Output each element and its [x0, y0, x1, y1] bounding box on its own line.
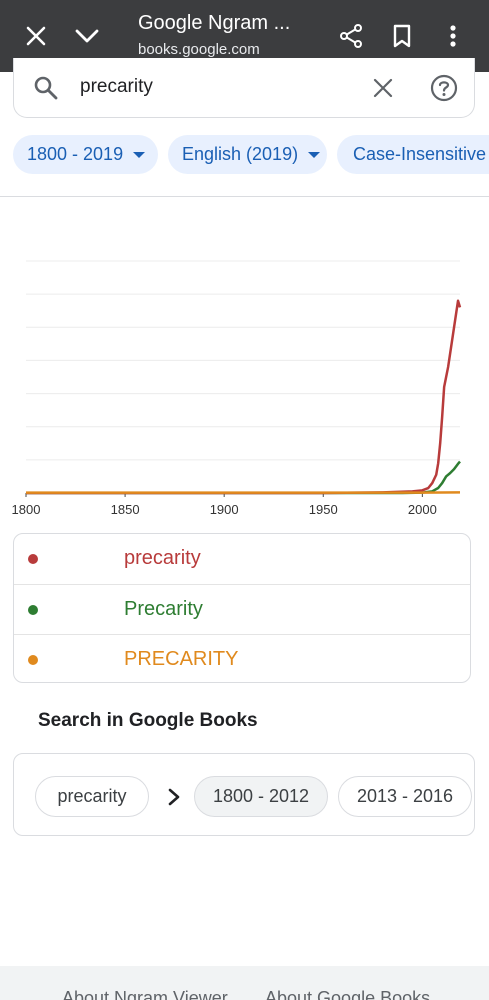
search-icon	[30, 72, 62, 104]
more-vert-icon[interactable]	[433, 16, 473, 56]
x-tick-label: 1900	[210, 502, 239, 517]
legend-dot	[28, 655, 38, 665]
footer-link[interactable]: About Google Books	[265, 988, 430, 1000]
books-range-pill[interactable]: 2013 - 2016	[338, 776, 472, 817]
footer: About Ngram Viewer About Google Books	[0, 966, 489, 1000]
x-tick-label: 1800	[12, 502, 41, 517]
case-dropdown[interactable]: Case-Insensitive	[337, 135, 489, 174]
year-range-label: 1800 - 2019	[27, 144, 124, 164]
legend-item[interactable]: precarity	[14, 534, 470, 584]
x-tick-label: 2000	[408, 502, 437, 517]
ngram-chart: 1800 1850 1900 1950 2000	[12, 260, 462, 517]
bookmark-icon[interactable]	[382, 16, 422, 56]
case-label: Case-Insensitive	[353, 144, 487, 164]
chevron-right-icon	[168, 788, 180, 806]
x-tick-label: 1850	[111, 502, 140, 517]
clear-icon[interactable]	[367, 72, 399, 104]
books-search-panel: precarity 1800 - 2012 2013 - 2016	[13, 753, 475, 836]
legend-label: PRECARITY	[124, 648, 239, 670]
divider	[0, 196, 489, 197]
chevron-down-icon[interactable]	[67, 16, 107, 56]
books-range-pill[interactable]: 1800 - 2012	[194, 776, 328, 817]
footer-link[interactable]: About Ngram Viewer	[62, 988, 228, 1000]
books-term-pill[interactable]: precarity	[35, 776, 149, 817]
page-url: books.google.com	[138, 41, 260, 58]
legend-dot	[28, 605, 38, 615]
page-title: Google Ngram ...	[138, 12, 291, 34]
corpus-dropdown[interactable]: English (2019)	[168, 135, 327, 174]
legend-item[interactable]: PRECARITY	[14, 634, 470, 685]
legend-label: precarity	[124, 547, 201, 569]
legend-label: Precarity	[124, 598, 203, 620]
search-box[interactable]: precarity	[13, 58, 475, 118]
series-line-precarity-1[interactable]	[26, 460, 461, 495]
x-tick-label: 1950	[309, 502, 338, 517]
help-icon[interactable]	[428, 72, 460, 104]
chart-legend: precarity Precarity PRECARITY	[13, 533, 471, 683]
share-icon[interactable]	[331, 16, 371, 56]
series-line-precarity-0[interactable]	[26, 299, 462, 495]
dropdown-caret-icon	[308, 151, 321, 158]
close-icon[interactable]	[16, 16, 56, 56]
books-heading: Search in Google Books	[38, 710, 258, 731]
legend-dot	[28, 554, 38, 564]
corpus-label: English (2019)	[182, 144, 299, 164]
year-range-dropdown[interactable]: 1800 - 2019	[13, 135, 158, 174]
dropdown-caret-icon	[133, 151, 146, 158]
legend-item[interactable]: Precarity	[14, 584, 470, 635]
search-input[interactable]: precarity	[80, 76, 153, 98]
